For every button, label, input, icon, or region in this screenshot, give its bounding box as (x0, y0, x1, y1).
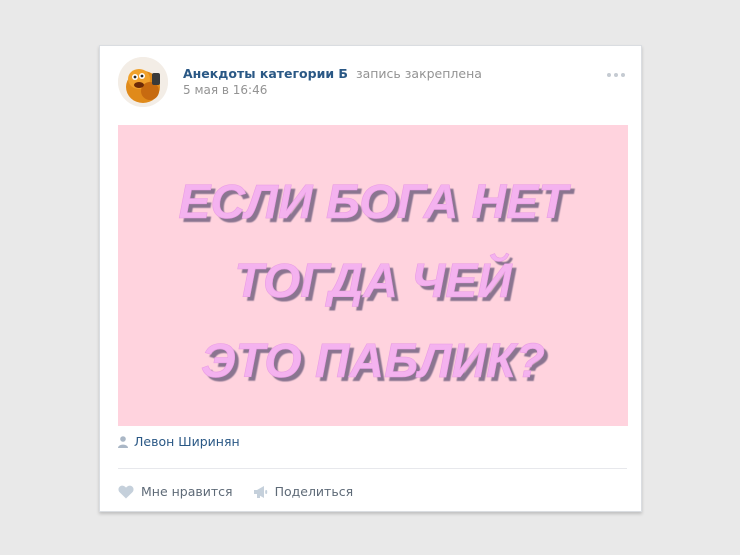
share-button[interactable]: Поделиться (253, 484, 354, 499)
post-card: Анекдоты категории Б запись закреплена 5… (99, 45, 642, 512)
like-label: Мне нравится (141, 484, 233, 499)
post-actions: Мне нравится Поделиться (118, 484, 353, 499)
pinned-label: запись закреплена (355, 66, 482, 81)
post-date[interactable]: 5 мая в 16:46 (183, 83, 267, 97)
image-line-2: ТОГДА ЧЕЙ (234, 253, 513, 308)
divider (118, 468, 627, 469)
heart-icon (118, 485, 134, 498)
share-label: Поделиться (274, 484, 354, 499)
image-line-3: ЭТО ПАБЛИК? (201, 335, 545, 388)
post-image[interactable]: ЕСЛИ БОГА НЕТ ЕСЛИ БОГА НЕТ ТОГДА ЧЕЙ ТО… (118, 125, 628, 426)
signer-name: Левон Ширинян (134, 434, 240, 449)
person-icon (118, 435, 128, 448)
post-header: Анекдоты категории Б запись закреплена (183, 66, 482, 81)
more-options-icon[interactable] (607, 72, 625, 78)
megaphone-icon (253, 485, 267, 498)
like-button[interactable]: Мне нравится (118, 484, 233, 499)
author-name[interactable]: Анекдоты категории Б (183, 66, 348, 81)
post-signer[interactable]: Левон Ширинян (118, 434, 240, 449)
image-line-1: ЕСЛИ БОГА НЕТ (178, 176, 571, 229)
community-avatar[interactable] (118, 57, 168, 107)
